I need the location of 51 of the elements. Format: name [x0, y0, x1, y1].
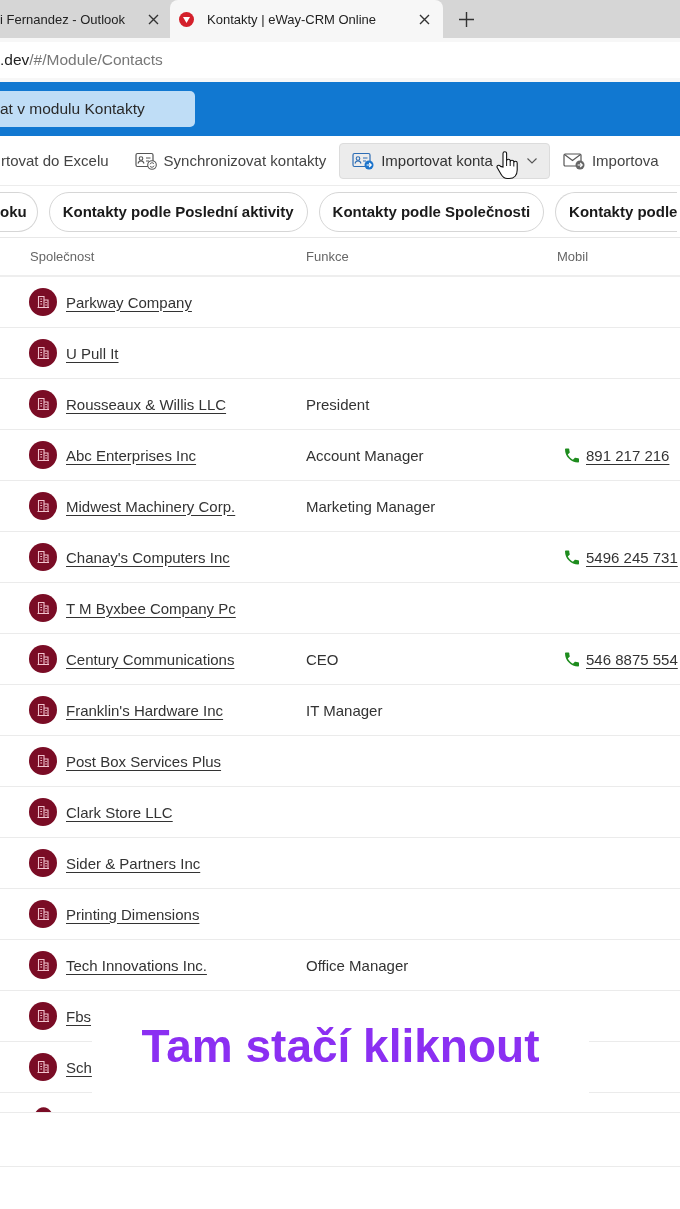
company-link[interactable]: Midwest Machinery Corp.	[66, 497, 236, 515]
filter-chip[interactable]: oku	[0, 191, 38, 232]
filter-chip[interactable]: Kontakty podle Poslední aktivity	[48, 191, 308, 232]
company-link[interactable]: Franklin's Hardware Inc	[66, 701, 224, 719]
browser-tab[interactable]: Kontakty | eWay-CRM Online	[170, 0, 443, 38]
phone-icon	[565, 447, 579, 463]
job-title-text: IT Manager	[306, 701, 383, 719]
toolbar-button[interactable]: Importova	[549, 142, 672, 179]
job-title-text: Marketing Manager	[306, 497, 436, 515]
phone-icon	[565, 651, 579, 667]
company-link[interactable]: Abc Enterprises Inc	[66, 446, 197, 464]
job-title-text: CEO	[306, 650, 339, 668]
close-icon[interactable]	[419, 13, 430, 25]
browser-tab[interactable]: i Fernandez - Outlook	[0, 0, 170, 38]
company-link[interactable]: Tech Innovations Inc.	[66, 956, 207, 974]
company-link[interactable]: Rousseaux & Willis LLC	[66, 395, 227, 413]
filter-chip[interactable]: Kontakty podle Společnosti	[318, 191, 545, 232]
company-link[interactable]: Parkway Company	[66, 293, 192, 311]
search-field[interactable]: at v modulu Kontakty	[0, 91, 195, 127]
toolbar-button[interactable]: Synchronizovat kontakty	[121, 142, 340, 179]
job-title-text: Account Manager	[306, 446, 424, 464]
filter-chip[interactable]: Kontakty podle	[555, 191, 678, 232]
contact-card-sync-icon	[134, 151, 157, 170]
company-link[interactable]: Century Communications	[66, 650, 235, 668]
contact-card-import-icon	[352, 151, 375, 170]
hand-cursor-icon	[495, 149, 518, 180]
job-title-text: Office Manager	[306, 956, 409, 974]
company-link[interactable]: Clark Store LLC	[66, 803, 173, 821]
phone-icon	[565, 549, 579, 565]
company-link[interactable]: Printing Dimensions	[66, 905, 200, 923]
company-link[interactable]: Fbs	[66, 1007, 91, 1025]
phone-link[interactable]: 5496 245 731	[586, 548, 678, 566]
company-link[interactable]: T M Byxbee Company Pc	[66, 599, 236, 617]
column-header[interactable]: Společnost	[30, 249, 95, 264]
phone-link[interactable]: 546 8875 554	[586, 650, 678, 668]
toolbar-button[interactable]: Importovat konta	[339, 142, 550, 179]
column-header[interactable]: Funkce	[306, 249, 349, 264]
company-link[interactable]: Chanay's Computers Inc	[66, 548, 230, 566]
toolbar-button[interactable]: rtovat do Excelu	[0, 142, 122, 179]
close-icon[interactable]	[148, 13, 159, 25]
column-header[interactable]: Mobil	[557, 249, 589, 264]
phone-link[interactable]: 891 217 216	[586, 446, 670, 464]
envelope-icon	[562, 151, 585, 170]
job-title-text: President	[306, 395, 370, 413]
logo-icon	[179, 11, 194, 27]
company-link[interactable]: Sch	[66, 1058, 92, 1076]
address-field[interactable]: .dev/#/Module/Contacts	[0, 42, 680, 78]
company-link[interactable]: Sider & Partners Inc	[66, 854, 201, 872]
plus-icon[interactable]	[459, 11, 474, 27]
company-link[interactable]: U Pull It	[66, 344, 119, 362]
company-link[interactable]: Post Box Services Plus	[66, 752, 222, 770]
